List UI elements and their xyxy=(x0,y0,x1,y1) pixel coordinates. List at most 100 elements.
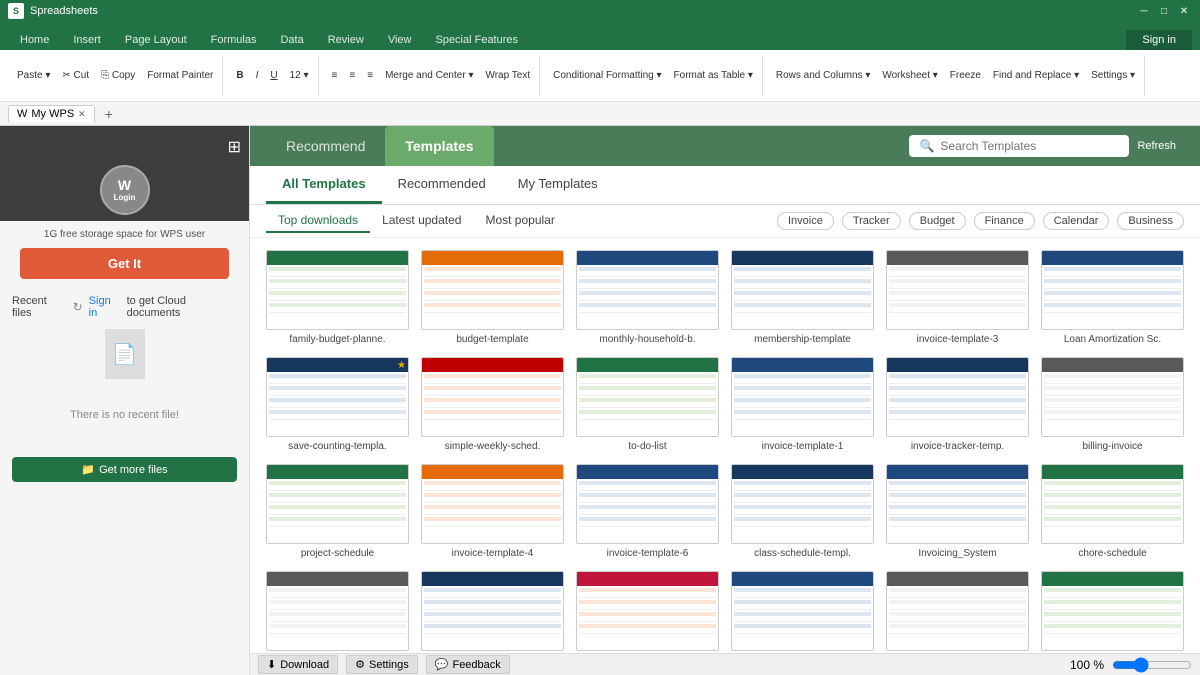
download-button[interactable]: ⬇ Download xyxy=(258,655,338,674)
template-card[interactable]: simple-weekly-sched. xyxy=(421,357,564,452)
settings-ribbon-btn[interactable]: Settings ▾ xyxy=(1086,67,1140,84)
grid-menu-icon[interactable]: ⊞ xyxy=(228,137,241,157)
tab-insert[interactable]: Insert xyxy=(61,30,113,50)
maximize-btn[interactable]: □ xyxy=(1156,3,1172,19)
close-tab-icon[interactable]: ✕ xyxy=(78,109,86,120)
template-card[interactable]: Loan Amortization Sc. xyxy=(1041,250,1184,345)
no-recent-label: There is no recent file! xyxy=(12,389,237,441)
bold-btn[interactable]: B xyxy=(231,67,248,84)
template-card[interactable]: chore-schedule xyxy=(1041,464,1184,559)
get-more-files-button[interactable]: 📁 Get more files xyxy=(12,457,237,482)
rows-cols-btn[interactable]: Rows and Columns ▾ xyxy=(771,67,876,84)
template-card[interactable]: monthly-household-b. xyxy=(576,250,719,345)
template-card[interactable]: membership-template xyxy=(731,250,874,345)
settings-button[interactable]: ⚙ Settings xyxy=(346,655,418,674)
filter-recommended[interactable]: Recommended xyxy=(382,166,502,204)
template-name: billing-invoice xyxy=(1041,441,1184,452)
template-card[interactable]: budget-template xyxy=(421,250,564,345)
merge-btn[interactable]: Merge and Center ▾ xyxy=(380,67,478,84)
storage-info: 1G free storage space for WPS user xyxy=(0,221,249,248)
settings-icon: ⚙ xyxy=(355,658,365,671)
italic-btn[interactable]: I xyxy=(251,67,264,84)
tag-finance[interactable]: Finance xyxy=(974,212,1035,230)
template-card[interactable]: invoice-template-1 xyxy=(731,357,874,452)
template-card[interactable]: template-row3-2 xyxy=(886,571,1029,653)
template-card[interactable]: project-schedule xyxy=(266,464,409,559)
cut-btn[interactable]: ✂ Cut xyxy=(57,67,94,84)
add-tab-button[interactable]: + xyxy=(99,104,119,124)
tag-budget[interactable]: Budget xyxy=(909,212,966,230)
template-card[interactable]: invoice-template-4 xyxy=(421,464,564,559)
tab-page-layout[interactable]: Page Layout xyxy=(113,30,199,50)
filter-all-templates[interactable]: All Templates xyxy=(266,166,382,204)
template-grid-container: family-budget-planne. budget-template xyxy=(250,238,1200,653)
refresh-button[interactable]: Refresh xyxy=(1129,136,1184,156)
sidebar-header: ⊞ W Login xyxy=(0,126,249,221)
zoom-level: 100 % xyxy=(1070,658,1104,672)
paste-btn[interactable]: Paste ▾ xyxy=(12,67,55,84)
freeze-btn[interactable]: Freeze xyxy=(945,67,986,84)
file-tab[interactable]: W My WPS ✕ xyxy=(8,105,95,122)
template-card[interactable]: invoice-tracker-temp. xyxy=(886,357,1029,452)
format-painter-btn[interactable]: Format Painter xyxy=(142,67,218,84)
close-btn[interactable]: ✕ xyxy=(1176,3,1192,19)
template-card[interactable]: to-do-list xyxy=(576,357,719,452)
sub-filter-latest-updated[interactable]: Latest updated xyxy=(370,209,473,233)
underline-btn[interactable]: U xyxy=(265,67,282,84)
template-card[interactable]: template-row3-1 xyxy=(731,571,874,653)
template-card[interactable]: invoice-template-3 xyxy=(886,250,1029,345)
tag-business[interactable]: Business xyxy=(1117,212,1184,230)
font-size-btn[interactable]: 12 ▾ xyxy=(285,67,314,84)
sign-in-button[interactable]: Sign in xyxy=(1126,30,1192,50)
tab-data[interactable]: Data xyxy=(268,30,315,50)
template-name: Loan Amortization Sc. xyxy=(1041,334,1184,345)
sub-filter-most-popular[interactable]: Most popular xyxy=(473,209,566,233)
template-card[interactable]: class-schedule-templ. xyxy=(731,464,874,559)
tab-formulas[interactable]: Formulas xyxy=(199,30,269,50)
get-it-button[interactable]: Get It xyxy=(20,248,229,279)
template-card[interactable]: wedding-budget xyxy=(576,571,719,653)
template-card[interactable]: Invoicing_System xyxy=(886,464,1029,559)
template-card[interactable]: billing-invoice xyxy=(1041,357,1184,452)
file-placeholder-icon: 📄 xyxy=(105,329,145,379)
template-name: simple-weekly-sched. xyxy=(421,441,564,452)
template-name: project-schedule xyxy=(266,548,409,559)
minimize-btn[interactable]: ─ xyxy=(1136,3,1152,19)
template-card[interactable]: employee-schedule xyxy=(266,571,409,653)
conditional-format-btn[interactable]: Conditional Formatting ▾ xyxy=(548,67,666,84)
tab-review[interactable]: Review xyxy=(316,30,376,50)
tab-special-features[interactable]: Special Features xyxy=(423,30,530,50)
filter-my-templates[interactable]: My Templates xyxy=(502,166,614,204)
template-card[interactable]: Project_Management xyxy=(421,571,564,653)
template-card[interactable]: ★save-counting-templa. xyxy=(266,357,409,452)
tab-templates[interactable]: Templates xyxy=(385,126,493,166)
tab-view[interactable]: View xyxy=(376,30,424,50)
title-bar: S Spreadsheets ─ □ ✕ xyxy=(0,0,1200,22)
sub-filter-top-downloads[interactable]: Top downloads xyxy=(266,209,370,233)
download-icon: ⬇ xyxy=(267,658,276,671)
tag-tracker[interactable]: Tracker xyxy=(842,212,901,230)
tag-invoice[interactable]: Invoice xyxy=(777,212,834,230)
wrap-btn[interactable]: Wrap Text xyxy=(480,67,535,84)
template-card[interactable]: family-budget-planne. xyxy=(266,250,409,345)
worksheet-btn[interactable]: Worksheet ▾ xyxy=(877,67,942,84)
copy-btn[interactable]: ⎘ Copy xyxy=(96,67,140,84)
template-card[interactable]: template-row3-3 xyxy=(1041,571,1184,653)
align-right-btn[interactable]: ≡ xyxy=(362,67,378,84)
find-replace-btn[interactable]: Find and Replace ▾ xyxy=(988,67,1084,84)
tag-calendar[interactable]: Calendar xyxy=(1043,212,1110,230)
tab-label: My WPS xyxy=(31,108,74,120)
tab-home[interactable]: Home xyxy=(8,30,61,50)
sidebar-sign-in-link[interactable]: Sign in xyxy=(89,295,121,319)
avatar[interactable]: W Login xyxy=(100,165,150,215)
template-name: invoice-tracker-temp. xyxy=(886,441,1029,452)
align-center-btn[interactable]: ≡ xyxy=(344,67,360,84)
align-left-btn[interactable]: ≡ xyxy=(327,67,343,84)
zoom-slider[interactable] xyxy=(1112,657,1192,673)
template-card[interactable]: invoice-template-6 xyxy=(576,464,719,559)
format-table-btn[interactable]: Format as Table ▾ xyxy=(669,67,758,84)
template-name: save-counting-templa. xyxy=(266,441,409,452)
search-input[interactable] xyxy=(940,139,1119,153)
tab-recommend[interactable]: Recommend xyxy=(266,126,385,166)
feedback-button[interactable]: 💬 Feedback xyxy=(426,655,510,674)
